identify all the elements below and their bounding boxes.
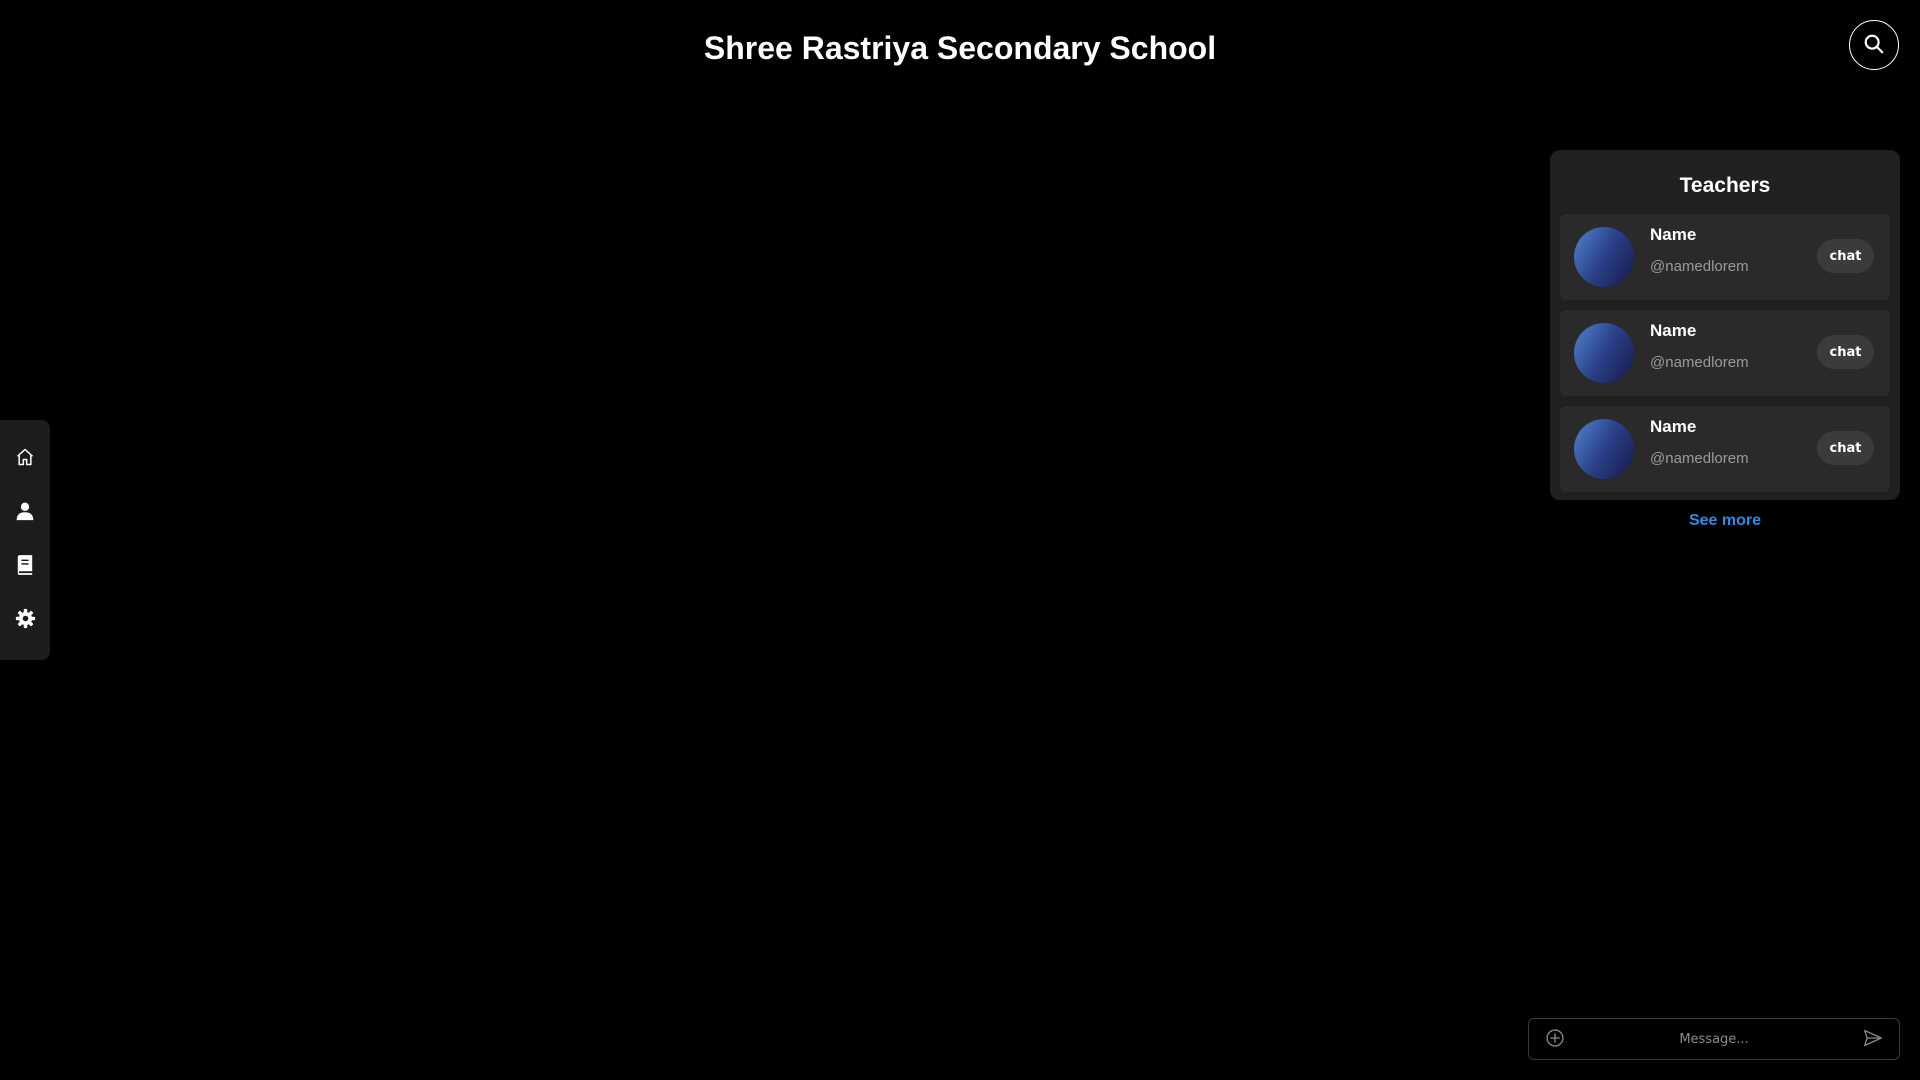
plus-circle-icon	[1545, 1028, 1565, 1051]
send-button[interactable]	[1853, 1019, 1893, 1059]
sidebar-item-home[interactable]	[5, 439, 45, 479]
book-icon	[16, 554, 34, 581]
teacher-card: Name @namedlorem chat	[1560, 406, 1890, 492]
chat-button[interactable]: chat	[1817, 239, 1874, 273]
search-button[interactable]	[1849, 20, 1899, 70]
teachers-panel-title: Teachers	[1679, 174, 1771, 197]
message-input[interactable]	[1575, 1024, 1853, 1054]
sidebar	[0, 420, 50, 660]
teacher-name: Name	[1650, 321, 1697, 340]
sidebar-item-settings[interactable]	[5, 601, 45, 641]
teacher-handle: @namedlorem	[1650, 450, 1749, 467]
attach-button[interactable]	[1535, 1019, 1575, 1059]
avatar	[1574, 227, 1634, 287]
teacher-name: Name	[1650, 417, 1697, 436]
gear-icon	[15, 608, 36, 634]
sidebar-item-courses[interactable]	[5, 547, 45, 587]
send-icon	[1862, 1028, 1884, 1051]
avatar	[1574, 419, 1634, 479]
user-icon	[15, 500, 35, 527]
teacher-handle: @namedlorem	[1650, 354, 1749, 371]
see-more-link[interactable]: See more	[1550, 512, 1900, 530]
teacher-card: Name @namedlorem chat	[1560, 214, 1890, 300]
home-icon	[15, 447, 35, 472]
page-title: Shree Rastriya Secondary School	[703, 30, 1217, 66]
avatar	[1574, 323, 1634, 383]
message-bar	[1528, 1018, 1900, 1060]
chat-button[interactable]: chat	[1817, 431, 1874, 465]
teacher-handle: @namedlorem	[1650, 258, 1749, 275]
teacher-name: Name	[1650, 225, 1697, 244]
sidebar-item-profile[interactable]	[5, 493, 45, 533]
search-icon	[1863, 33, 1885, 58]
teacher-card: Name @namedlorem chat	[1560, 310, 1890, 396]
teachers-panel: Teachers Name @namedlorem chat Name @nam…	[1550, 150, 1900, 500]
chat-button[interactable]: chat	[1817, 335, 1874, 369]
